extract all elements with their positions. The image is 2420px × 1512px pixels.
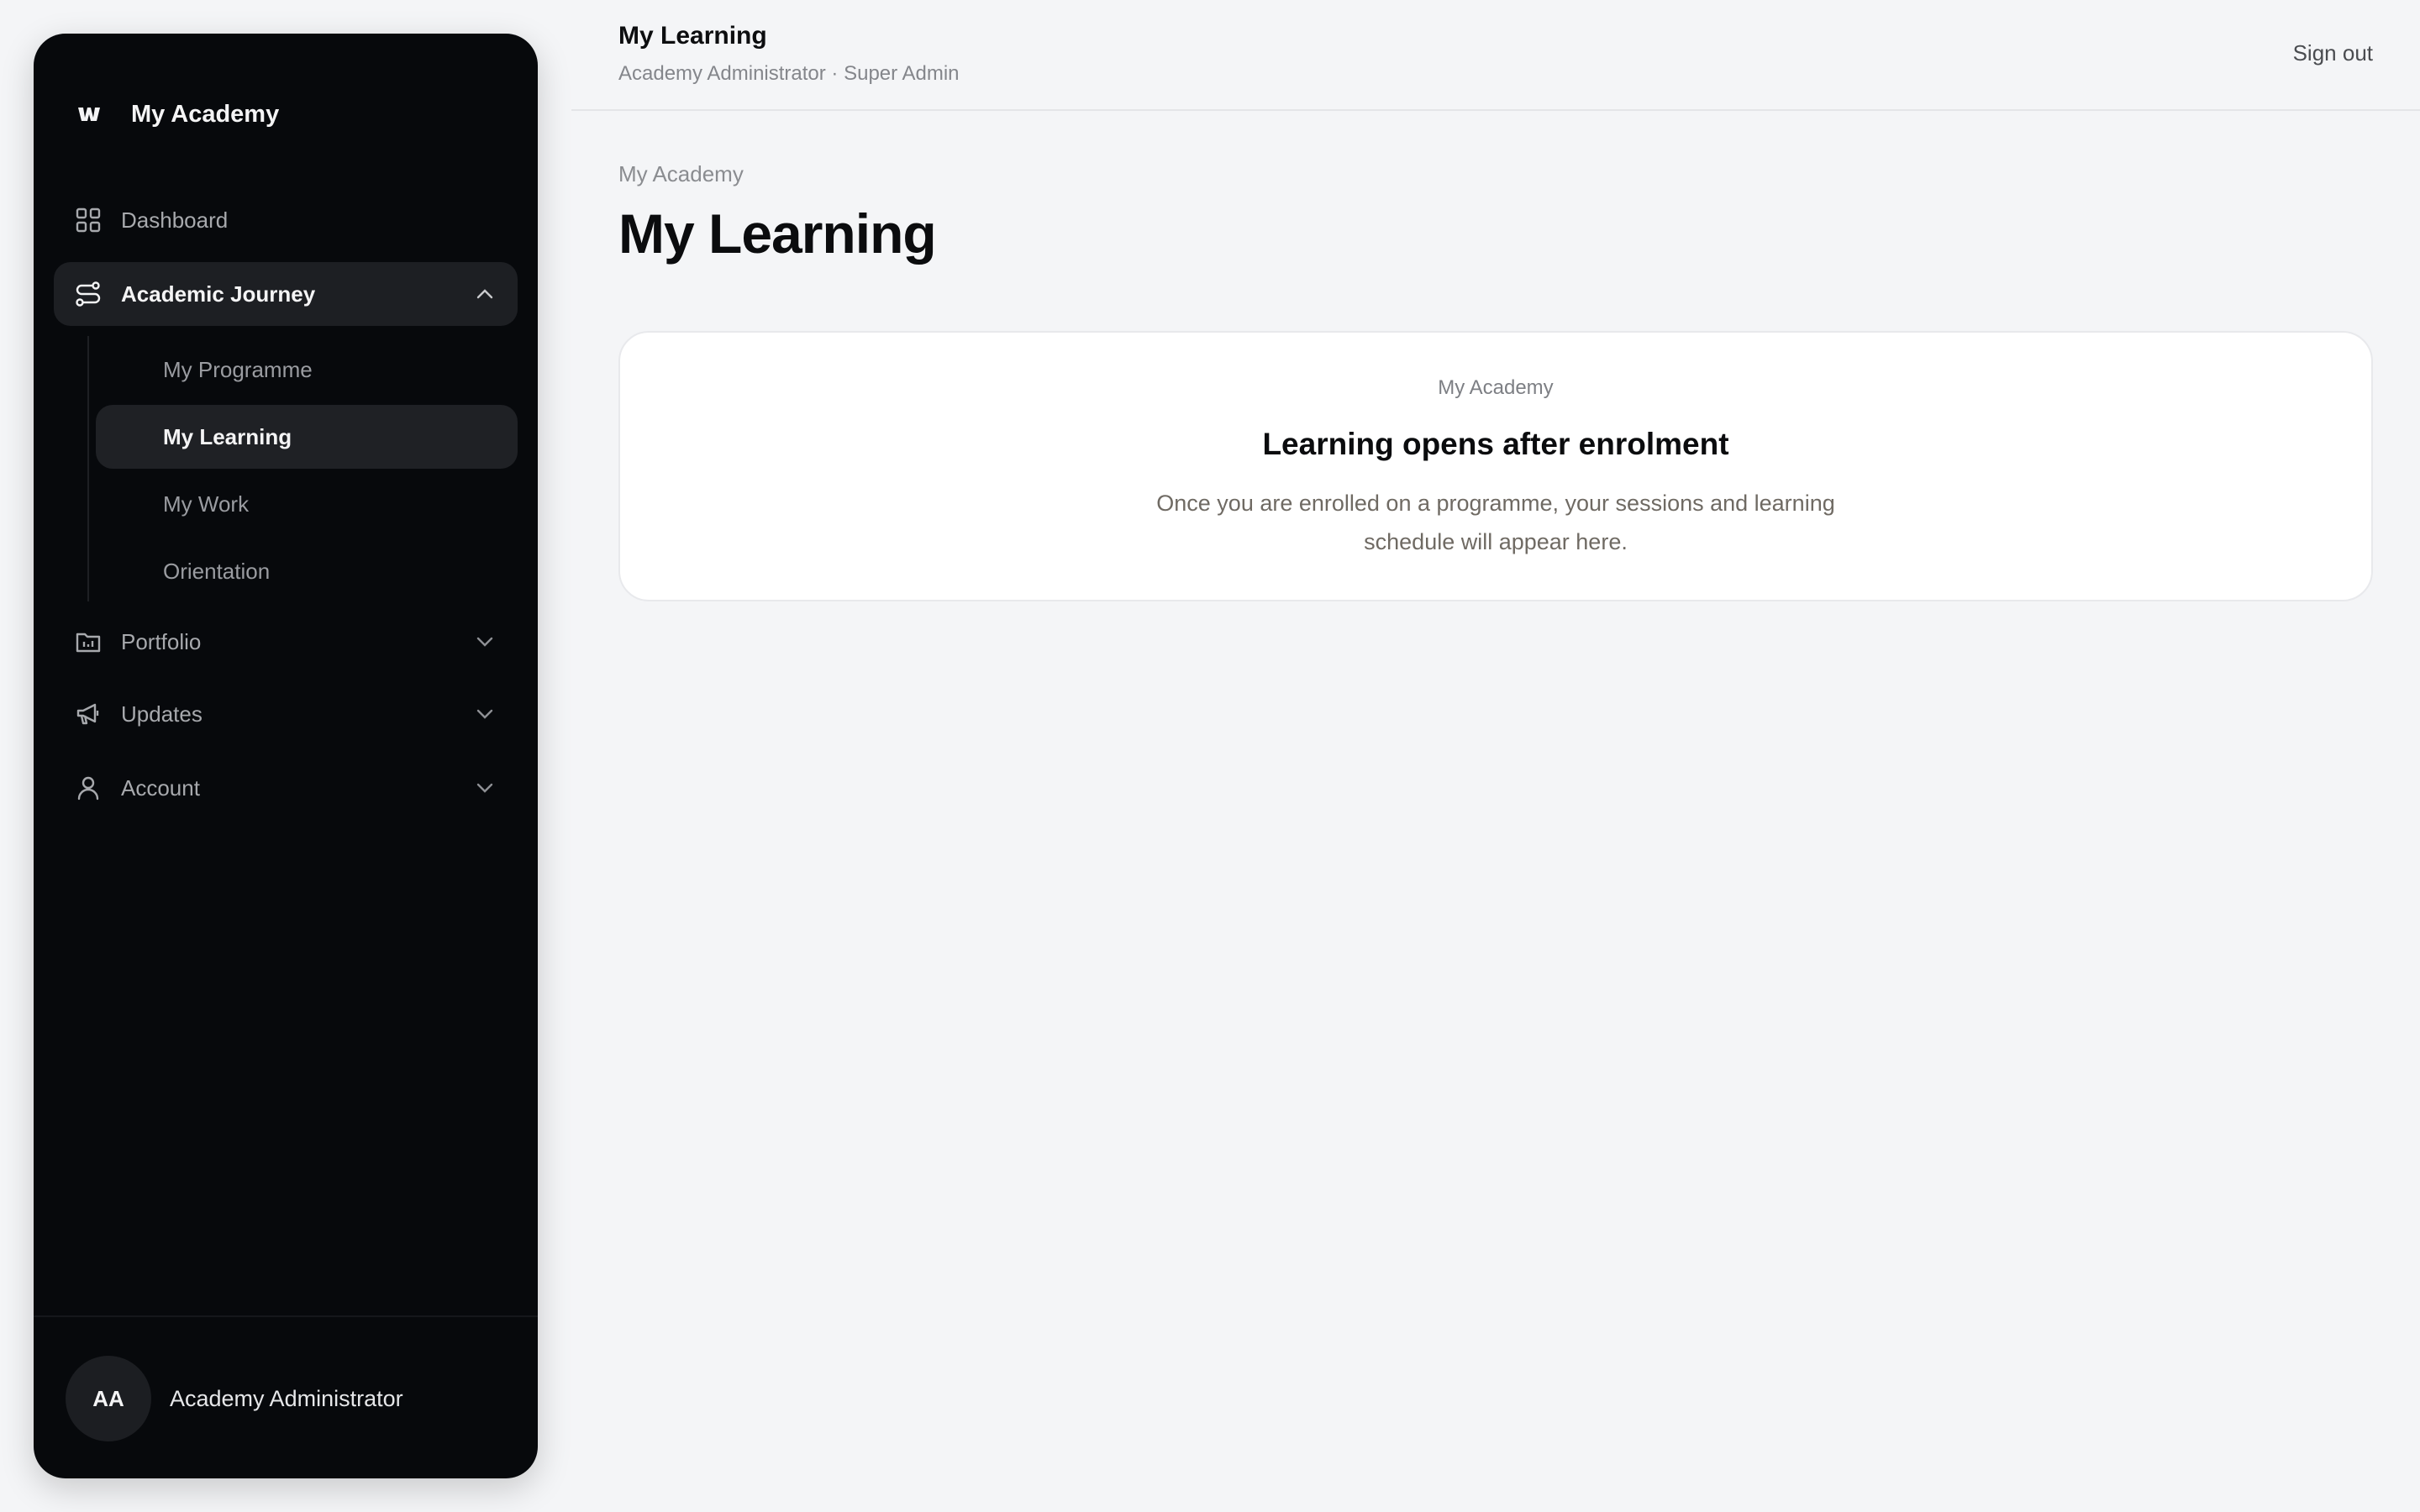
sign-out-button[interactable]: Sign out	[2293, 40, 2373, 66]
sidebar-item-label: Updates	[121, 701, 203, 727]
brand[interactable]: My Academy	[74, 99, 279, 129]
subnav-item-label: My Work	[163, 491, 250, 517]
subnav-item-my-programme[interactable]: My Programme	[96, 338, 518, 402]
empty-state-card: My Academy Learning opens after enrolmen…	[618, 331, 2373, 601]
sidebar-item-label: Dashboard	[121, 207, 229, 233]
route-icon	[74, 280, 103, 308]
sidebar: My Academy Dashboard Academic Journey My…	[34, 34, 538, 1478]
sidebar-item-label: Account	[121, 774, 200, 801]
sidebar-divider	[34, 1315, 538, 1317]
academy-logo-icon	[74, 99, 104, 129]
subnav-item-orientation[interactable]: Orientation	[96, 539, 518, 603]
subnav-item-my-work[interactable]: My Work	[96, 472, 518, 536]
chevron-down-icon[interactable]	[472, 775, 497, 801]
card-eyebrow: My Academy	[1438, 376, 1554, 399]
brand-name: My Academy	[131, 100, 280, 128]
sidebar-item-label: Academic Journey	[121, 281, 316, 307]
sidebar-item-updates[interactable]: Updates	[54, 682, 518, 746]
subnav-item-label: My Learning	[163, 423, 292, 449]
subnav-item-label: My Programme	[163, 356, 313, 382]
card-description: Once you are enrolled on a programme, yo…	[1156, 491, 1835, 554]
header-title: My Learning	[618, 22, 767, 50]
sidebar-item-label: Portfolio	[121, 628, 202, 654]
chevron-down-icon[interactable]	[472, 629, 497, 654]
sidebar-item-academic-journey[interactable]: Academic Journey	[54, 262, 518, 326]
chevron-down-icon[interactable]	[472, 701, 497, 727]
subnav-line	[87, 336, 89, 601]
sidebar-item-portfolio[interactable]: Portfolio	[54, 610, 518, 674]
sidebar-item-dashboard[interactable]: Dashboard	[54, 188, 518, 252]
subnav-item-my-learning[interactable]: My Learning	[96, 405, 518, 469]
subnav-item-label: Orientation	[163, 558, 271, 584]
user-name: Academy Administrator	[170, 1385, 403, 1411]
breadcrumb: My Academy	[618, 161, 744, 186]
avatar: AA	[66, 1356, 151, 1441]
top-bar: My Learning Academy Administrator · Supe…	[571, 0, 2420, 111]
megaphone-icon	[74, 700, 103, 728]
page-title: My Learning	[618, 202, 937, 265]
user-profile[interactable]: AA Academy Administrator	[66, 1356, 403, 1441]
card-title: Learning opens after enrolment	[1262, 427, 1729, 461]
chevron-up-icon[interactable]	[472, 281, 497, 307]
grid-icon	[74, 206, 103, 234]
sidebar-item-account[interactable]: Account	[54, 756, 518, 820]
user-icon	[74, 774, 103, 802]
folder-chart-icon	[74, 627, 103, 656]
header-subtitle: Academy Administrator · Super Admin	[618, 62, 960, 85]
